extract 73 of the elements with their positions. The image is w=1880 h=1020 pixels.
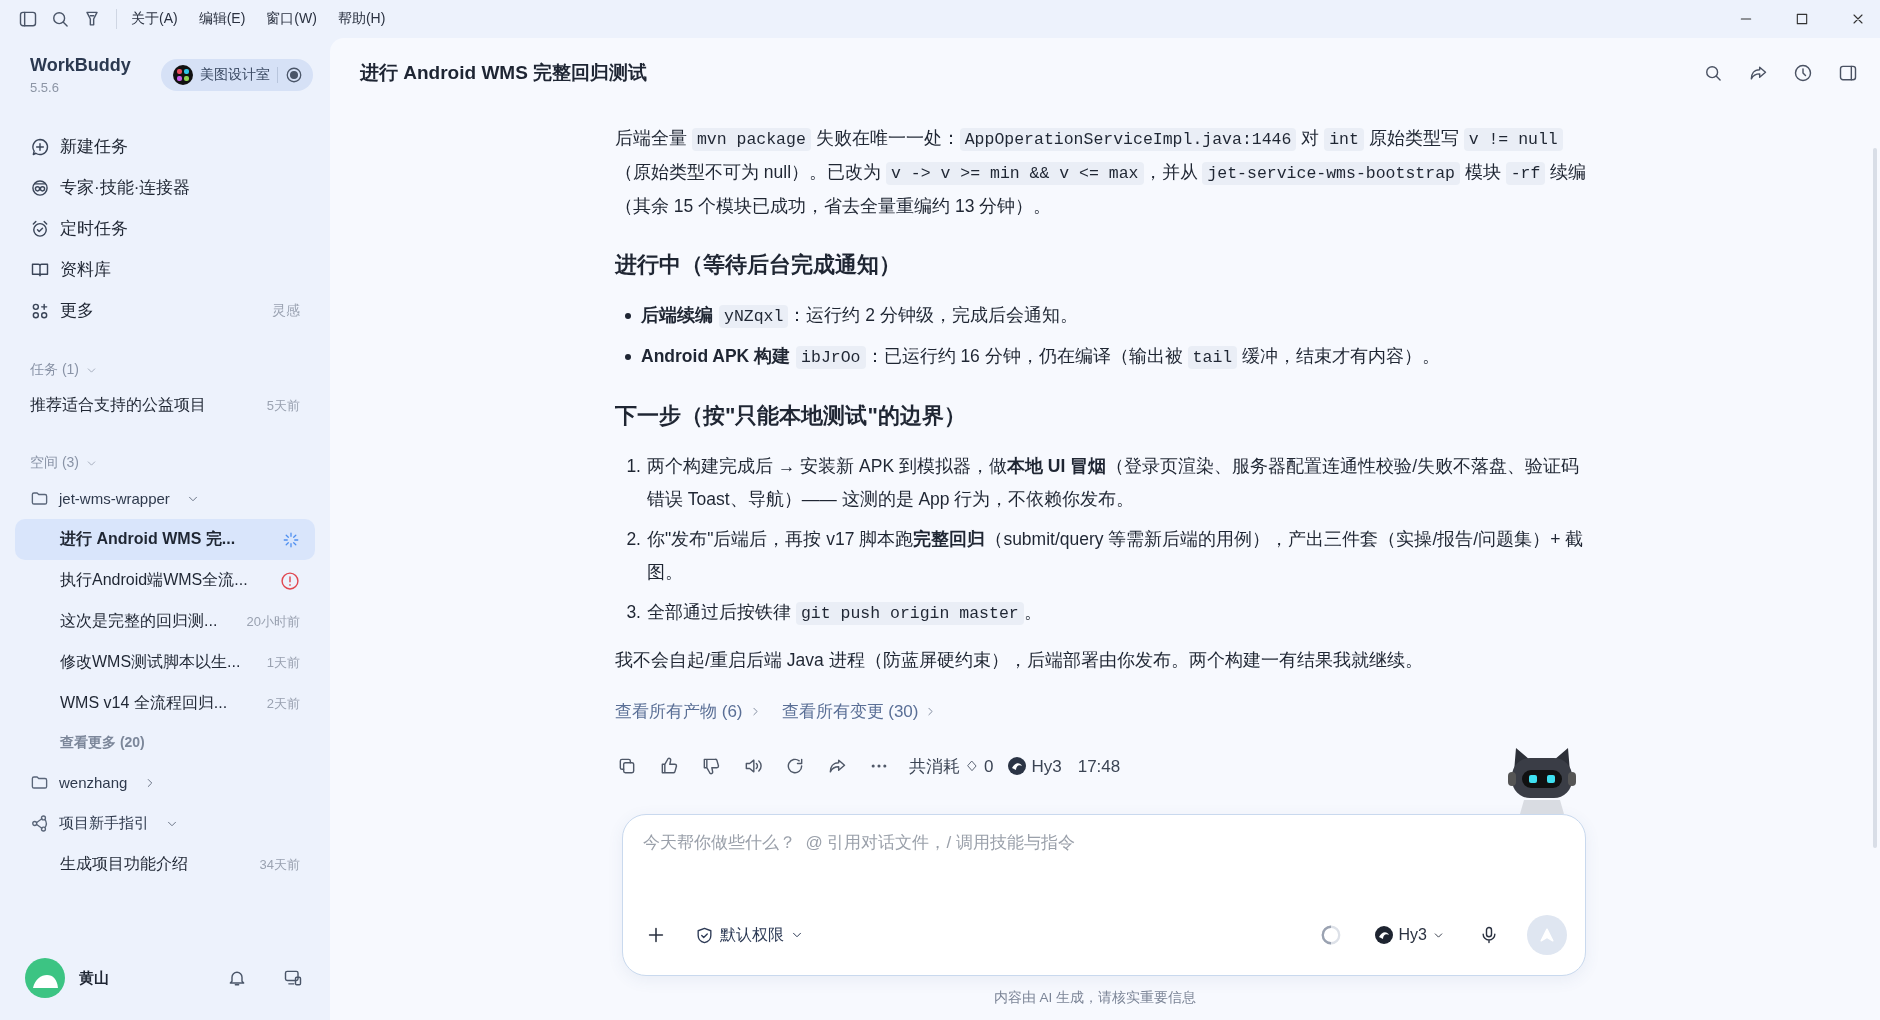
nav-item[interactable]: 更多 灵感 [15, 290, 315, 331]
devices-icon[interactable] [283, 968, 303, 988]
cost-value: 0 [984, 755, 994, 778]
menu-item[interactable]: 窗口(W) [266, 10, 317, 28]
thumbs-down-icon[interactable] [701, 756, 721, 776]
list-number: 1. [625, 455, 641, 478]
section-heading: 进行中（等待后台完成通知） [615, 251, 902, 279]
list-item: 两个构建完成后 → 安装新 APK 到模拟器，做本地 UI 冒烟（登录页渲染、服务器配置连通性校验/失败不落盘、验证码错误 Toast、导航）—— 这测的是 App 行为，不依赖你发布。 [647, 455, 1581, 511]
diamond-icon [965, 759, 979, 773]
model-logo-icon [1007, 756, 1028, 776]
link[interactable]: 查看所有产物 (6) [615, 695, 762, 728]
radio-icon [285, 66, 303, 84]
section-label: 任务 (1) [30, 361, 79, 379]
version-label: 5.5.6 [30, 80, 60, 95]
task-item[interactable]: 修改WMS测试脚本以生... 1天前 [15, 642, 315, 683]
section-label: 空间 (3) [30, 454, 79, 472]
task-item[interactable]: WMS v14 全流程回归... 2天前 [15, 683, 315, 724]
message-time: 17:48 [1077, 755, 1121, 778]
task-item[interactable]: 这次是完整的回归测... 20小时前 [15, 601, 315, 642]
task-item[interactable]: 进行 Android WMS 完... [15, 519, 315, 560]
conversation-title: 进行 Android WMS 完整回归测试 [360, 61, 648, 85]
network-icon [30, 814, 49, 833]
task-item[interactable]: 执行Android端WMS全流... [15, 560, 315, 601]
list-item: Android APK 构建 ibJrOo ：已运行约 16 分钟，仍在编译（输出被 tail 缓冲，结束才有内容）。 [641, 345, 1442, 371]
history-icon[interactable] [1793, 63, 1813, 83]
space-item[interactable]: wenzhang [15, 762, 315, 803]
model-logo-icon [1373, 925, 1394, 945]
model-selector[interactable]: Hy3 [1369, 921, 1449, 949]
app-name: WorkBuddy [30, 55, 131, 76]
bullet-icon [625, 354, 631, 360]
task-item[interactable]: 生成项目功能介绍 34天前 [15, 844, 315, 885]
menu-item[interactable]: 帮助(H) [337, 10, 386, 28]
bullet-icon [625, 313, 631, 319]
shield-check-icon [695, 925, 714, 945]
sidebar-toggle-icon[interactable] [18, 9, 38, 29]
model-name: Hy3 [1031, 755, 1062, 778]
paragraph: 我不会自起/重启后端 Java 进程（防蓝屏硬约束），后端部署由你发布。两个构建一有结果我就继续。 [615, 649, 1424, 672]
alarm-clock-icon [30, 218, 50, 239]
list-item: 后端续编 yNZqxl ：运行约 2 分钟级，完成后会通知。 [641, 304, 1079, 330]
task-item[interactable]: 推荐适合支持的公益项目 5天前 [15, 385, 315, 426]
link[interactable]: 查看所有变更 (30) [781, 695, 938, 728]
search-icon[interactable] [1703, 63, 1723, 83]
new-chat-icon [30, 136, 50, 157]
nav-item[interactable]: 资料库 [15, 249, 315, 290]
workspace-switcher[interactable]: 美图设计室 [161, 59, 313, 91]
space-item[interactable]: jet-wms-wrapper [15, 478, 315, 519]
section-heading: 下一步（按"只能本地测试"的边界） [615, 402, 967, 430]
thumbs-up-icon[interactable] [659, 756, 679, 776]
loading-icon [1319, 924, 1342, 946]
list-number: 3. [625, 601, 641, 624]
cost-label: 共消耗 [909, 755, 960, 778]
folder-icon [30, 489, 49, 508]
copy-icon[interactable] [617, 756, 637, 776]
menu-item[interactable]: 关于(A) [131, 10, 178, 28]
expert-icon [30, 177, 50, 198]
panel-toggle-icon[interactable] [1838, 63, 1858, 83]
nav-item[interactable]: 专家·技能·连接器 [15, 167, 315, 208]
menu-item[interactable]: 编辑(E) [198, 10, 246, 28]
user-name: 黄山 [79, 968, 109, 988]
nav-item[interactable]: 新建任务 [15, 126, 315, 167]
folder-icon [30, 773, 49, 792]
message-composer[interactable]: 今天帮你做些什么？ @ 引用对话文件，/ 调用技能与指令 默认权限 Hy3 [622, 814, 1586, 976]
paragraph: 后端全量 mvn package 失败在唯一一处： AppOperationServiceImpl.java:1446 对 int 原始类型写 v != null （原始类型不可为 null）。已改为 v -> v >= min && v <= max ，并从 jet-service-wms-bootstrap 模块 -rf 续编（其余 15 个模块已成功，省去全量重编约 13 分钟）。 [615, 127, 1588, 218]
list-number: 2. [625, 528, 641, 551]
maximize-icon[interactable] [1794, 11, 1810, 27]
search-icon[interactable] [50, 9, 70, 29]
nav-item[interactable]: 定时任务 [15, 208, 315, 249]
disclaimer-text: 内容由 AI 生成，请核实重要信息 [992, 989, 1198, 1007]
space-item[interactable]: 项目新手指引 [15, 803, 315, 844]
refresh-icon[interactable] [785, 756, 805, 776]
list-item: 你"发布"后端后，再按 v17 脚本跑完整回归（submit/query 等需新后端的用例），产出三件套（实操/报告/问题集）+ 截图。 [647, 528, 1585, 584]
workspace-logo-icon [173, 65, 193, 85]
permission-selector[interactable]: 默认权限 [691, 920, 808, 950]
